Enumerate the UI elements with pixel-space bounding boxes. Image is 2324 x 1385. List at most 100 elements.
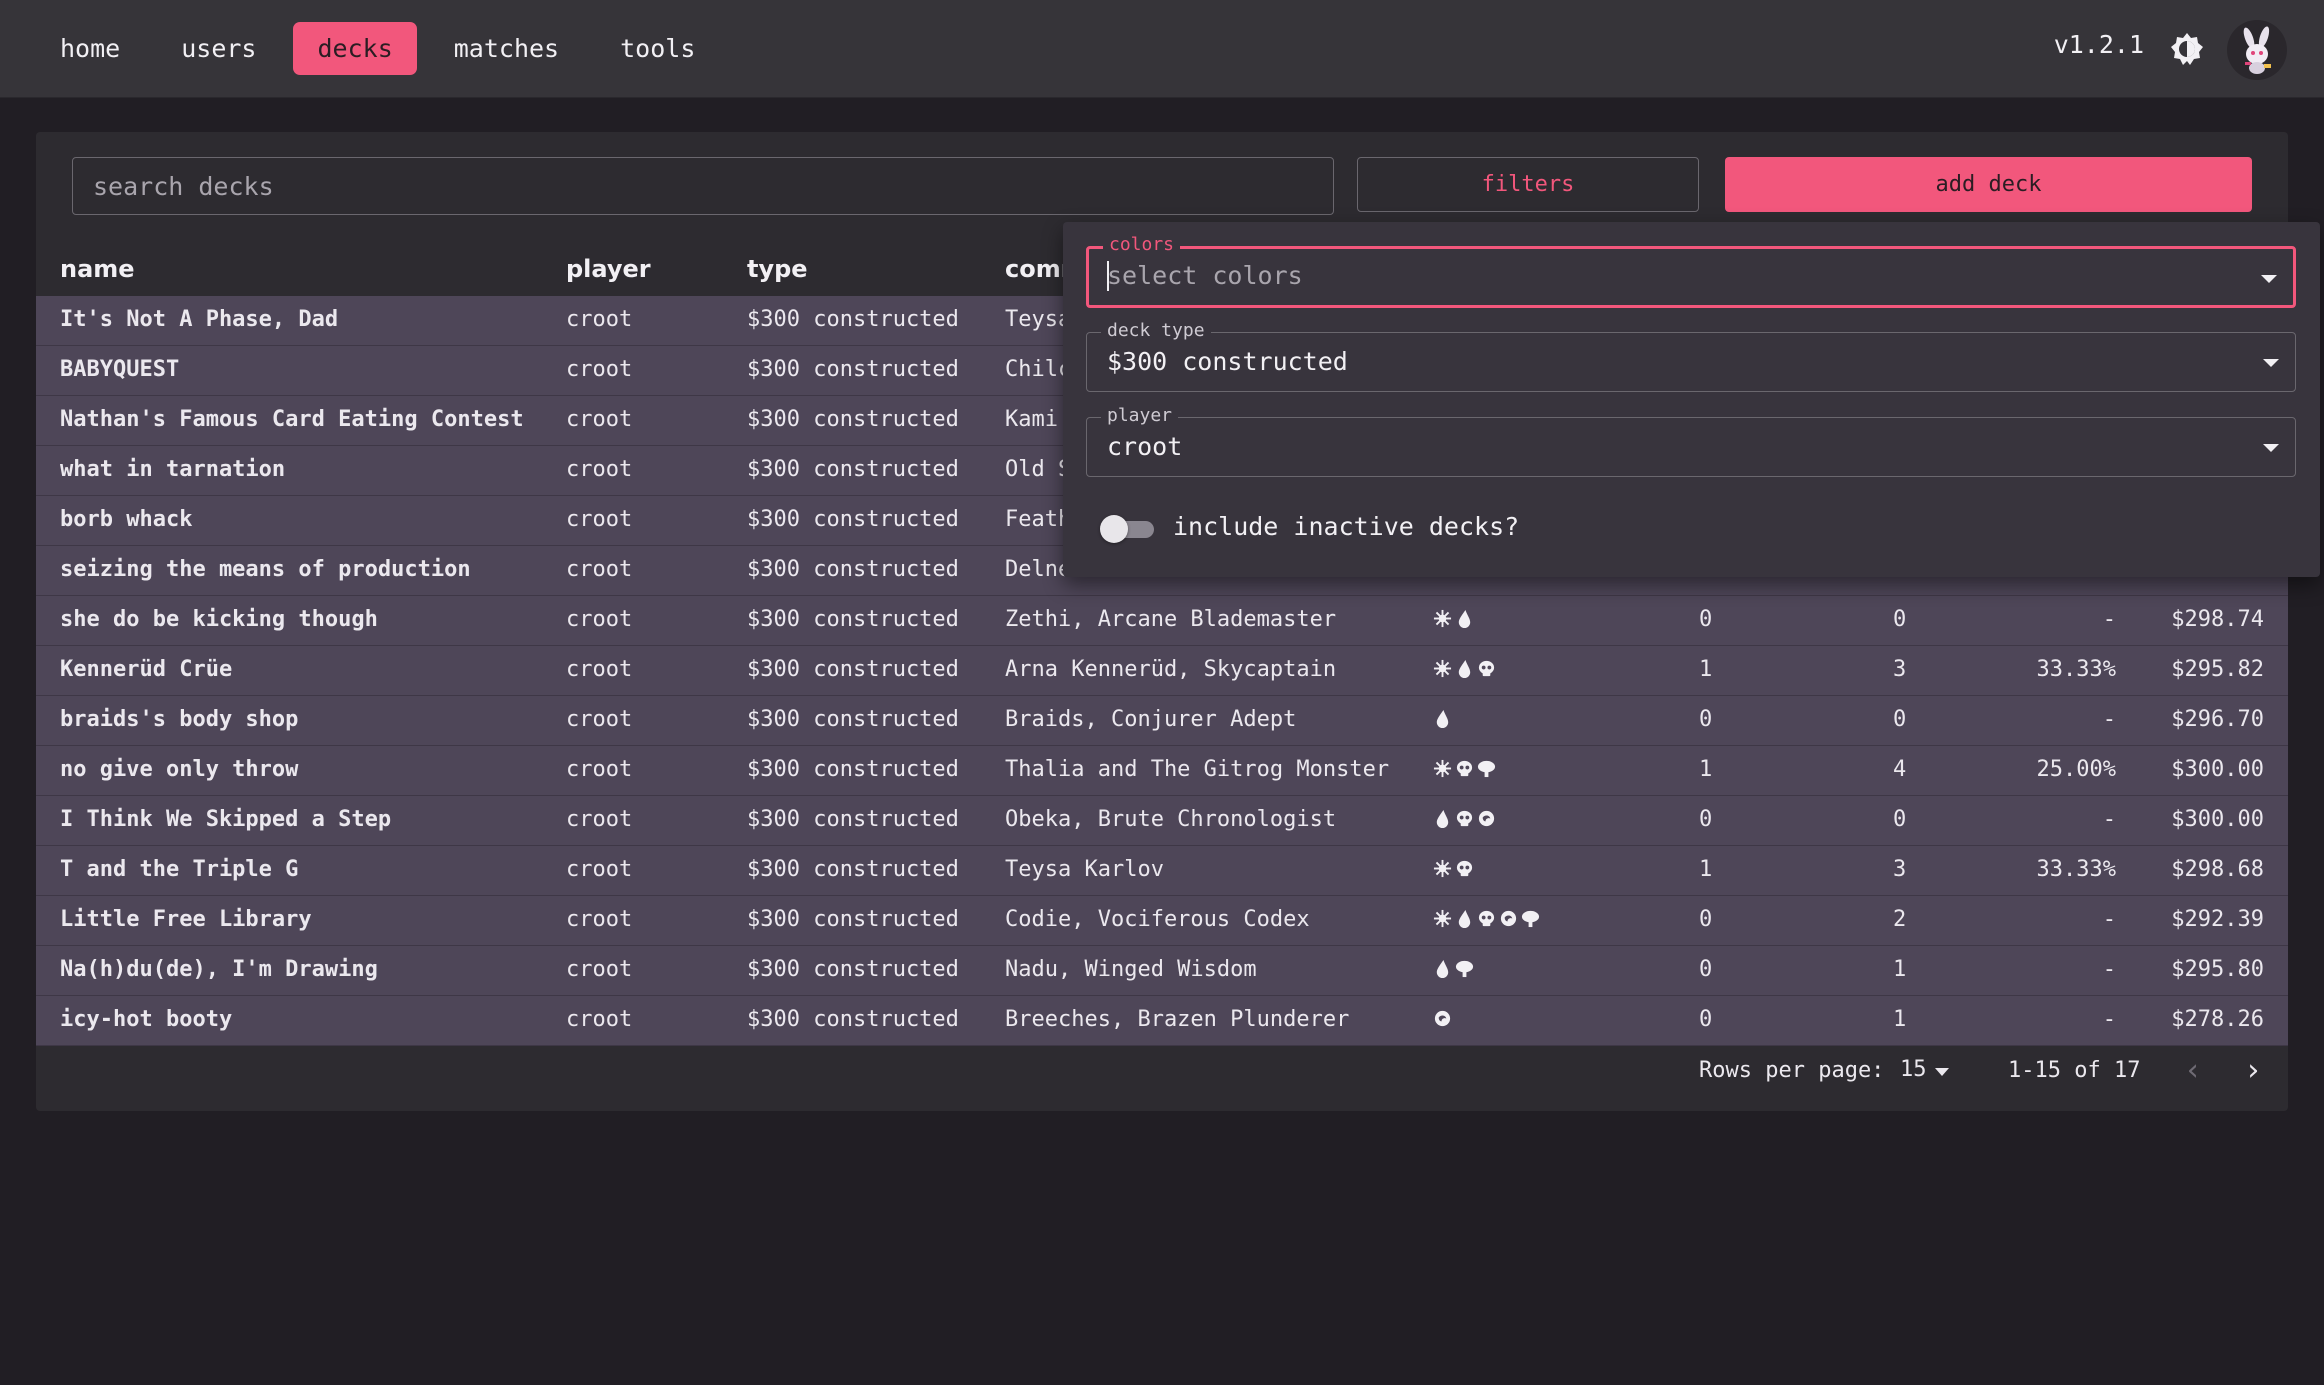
user-avatar[interactable] [2227, 20, 2287, 80]
include-inactive-label: include inactive decks? [1173, 512, 1520, 541]
table-row[interactable]: Little Free Library croot $300 constructed… [36, 896, 2288, 946]
table-row[interactable]: braids's body shop croot $300 constructed B… [36, 696, 2288, 746]
table-row[interactable]: no give only throw croot $300 constructed T… [36, 746, 2288, 796]
commander-cell: Old S [1005, 457, 1072, 482]
deck-name-cell: Kennerüd Crüe [60, 657, 233, 682]
blue-mana-icon [1455, 909, 1474, 930]
price-cell: $298.74 [2171, 607, 2264, 632]
deck-type-select[interactable]: deck type $300 constructed [1086, 320, 2296, 392]
deck-name-cell: Na(h)du(de), I'm Drawing [60, 957, 378, 982]
player-cell: croot [566, 607, 633, 632]
wins-cell: 0 [1699, 957, 1713, 982]
color-identity [1433, 1009, 1452, 1030]
color-identity [1433, 959, 1474, 980]
table-row[interactable]: I Think We Skipped a Step croot $300 const… [36, 796, 2288, 846]
price-cell: $300.00 [2171, 757, 2264, 782]
previous-page-button[interactable]: ‹ [2184, 1053, 2202, 1088]
deck-type-cell: $300 constructed [747, 907, 959, 932]
player-cell: croot [566, 907, 633, 932]
nav-home[interactable]: home [36, 22, 144, 75]
deck-name-cell: what in tarnation [60, 457, 286, 482]
nav-tools[interactable]: tools [596, 22, 719, 75]
player-cell: croot [566, 807, 633, 832]
deck-type-cell: $300 constructed [747, 807, 959, 832]
commander-cell: Kami [1005, 407, 1058, 432]
win-rate-cell: - [2102, 607, 2116, 632]
deck-name-cell: no give only throw [60, 757, 299, 782]
blue-mana-icon [1455, 609, 1474, 630]
commander-cell: Thalia and The Gitrog Monster [1005, 757, 1390, 782]
column-header-type[interactable]: type [747, 255, 808, 283]
player-cell: croot [566, 1007, 633, 1032]
losses-cell: 1 [1893, 1007, 1907, 1032]
deck-type-cell: $300 constructed [747, 357, 959, 382]
win-rate-cell: - [2102, 957, 2116, 982]
colors-select[interactable]: colors select colors [1086, 234, 2296, 308]
top-nav-bar: home users decks matches tools v1.2.1 [0, 0, 2324, 98]
nav-matches[interactable]: matches [430, 22, 583, 75]
rows-per-page-select[interactable]: 15 [1900, 1057, 1927, 1082]
deck-type-cell: $300 constructed [747, 857, 959, 882]
nav-decks[interactable]: decks [293, 22, 417, 75]
chevron-down-icon[interactable] [2263, 444, 2279, 452]
color-identity [1433, 809, 1496, 830]
losses-cell: 4 [1893, 757, 1907, 782]
red-mana-icon [1499, 909, 1518, 930]
deck-name-cell: she do be kicking though [60, 607, 378, 632]
commander-cell: Zethi, Arcane Blademaster [1005, 607, 1337, 632]
blue-mana-icon [1433, 959, 1452, 980]
deck-name-cell: Nathan's Famous Card Eating Contest [60, 407, 524, 432]
green-mana-icon [1477, 759, 1496, 780]
deck-name-cell: Little Free Library [60, 907, 312, 932]
commander-cell: Codie, Vociferous Codex [1005, 907, 1310, 932]
chevron-down-icon[interactable] [2263, 359, 2279, 367]
deck-name-cell: seizing the means of production [60, 557, 471, 582]
deck-name-cell: braids's body shop [60, 707, 299, 732]
white-mana-icon [1433, 759, 1452, 780]
black-mana-icon [1455, 809, 1474, 830]
blue-mana-icon [1433, 809, 1452, 830]
win-rate-cell: - [2102, 807, 2116, 832]
bunny-avatar-icon [2243, 26, 2271, 74]
search-input[interactable] [72, 157, 1334, 215]
brightness-icon[interactable] [2170, 32, 2204, 66]
next-page-button[interactable]: › [2244, 1053, 2262, 1088]
column-header-name[interactable]: name [60, 255, 135, 283]
table-row[interactable]: Na(h)du(de), I'm Drawing croot $300 constr… [36, 946, 2288, 996]
commander-cell: Teysa Karlov [1005, 857, 1164, 882]
white-mana-icon [1433, 609, 1452, 630]
black-mana-icon [1455, 859, 1474, 880]
include-inactive-toggle[interactable] [1100, 514, 1158, 544]
commander-cell: Feath [1005, 507, 1072, 532]
deck-name-cell: icy-hot booty [60, 1007, 233, 1032]
commander-cell: Braids, Conjurer Adept [1005, 707, 1297, 732]
deck-type-cell: $300 constructed [747, 557, 959, 582]
commander-cell: Nadu, Winged Wisdom [1005, 957, 1257, 982]
chevron-down-icon[interactable] [2261, 275, 2277, 283]
win-rate-cell: - [2102, 907, 2116, 932]
deck-type-label: deck type [1101, 320, 1211, 341]
nav-users[interactable]: users [157, 22, 280, 75]
table-footer: Rows per page: 15 1-15 of 17 ‹ › [36, 1032, 2288, 1111]
player-select[interactable]: player croot [1086, 405, 2296, 477]
losses-cell: 3 [1893, 657, 1907, 682]
deck-type-cell: $300 constructed [747, 507, 959, 532]
column-header-player[interactable]: player [566, 255, 651, 283]
table-row[interactable]: Kennerüd Crüe croot $300 constructed Arna K… [36, 646, 2288, 696]
losses-cell: 1 [1893, 957, 1907, 982]
losses-cell: 3 [1893, 857, 1907, 882]
player-cell: croot [566, 707, 633, 732]
player-cell: croot [566, 857, 633, 882]
wins-cell: 0 [1699, 1007, 1713, 1032]
deck-type-cell: $300 constructed [747, 1007, 959, 1032]
filters-button[interactable]: filters [1357, 157, 1699, 212]
black-mana-icon [1477, 659, 1496, 680]
color-identity [1433, 859, 1474, 880]
deck-type-cell: $300 constructed [747, 957, 959, 982]
chevron-down-icon[interactable] [1935, 1068, 1949, 1076]
price-cell: $295.80 [2171, 957, 2264, 982]
table-row[interactable]: she do be kicking though croot $300 constr… [36, 596, 2288, 646]
deck-type-cell: $300 constructed [747, 757, 959, 782]
table-row[interactable]: T and the Triple G croot $300 constructed T… [36, 846, 2288, 896]
add-deck-button[interactable]: add deck [1725, 157, 2252, 212]
